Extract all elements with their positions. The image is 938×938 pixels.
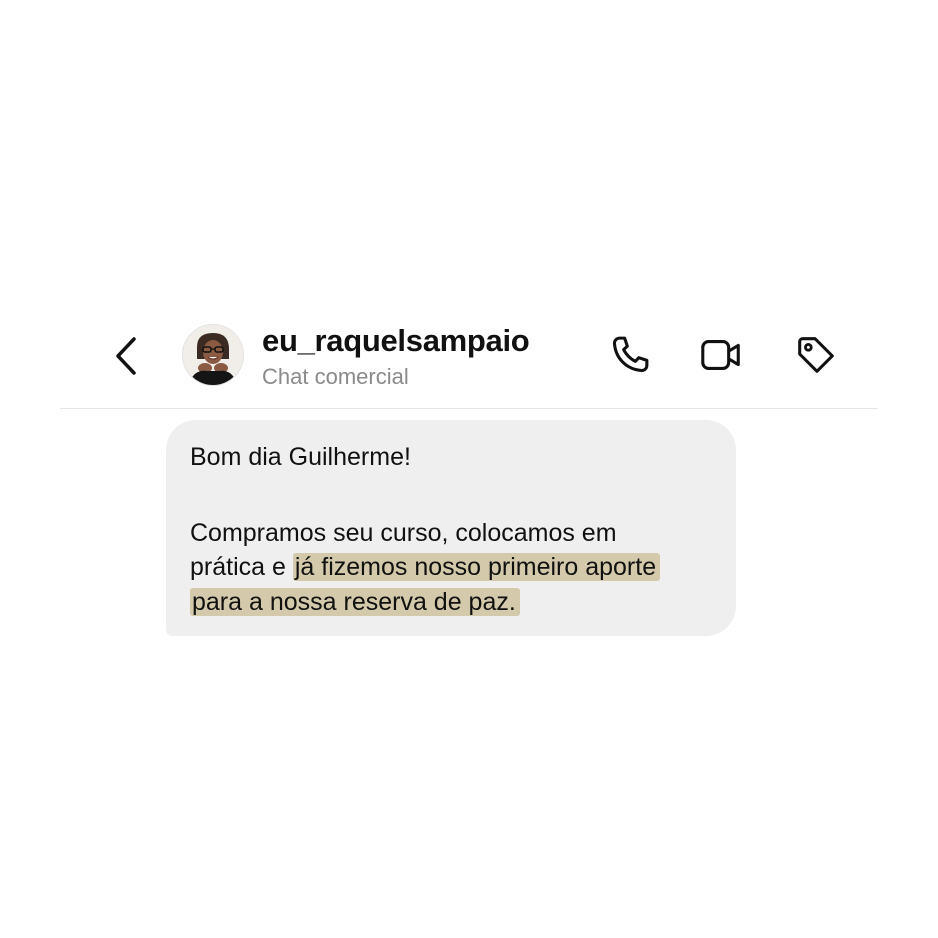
message-line: Compramos seu curso, colocamos em — [190, 519, 617, 547]
label-button[interactable] — [793, 332, 839, 378]
page: eu_raquelsampaio Chat comercial Bom dia … — [0, 0, 938, 938]
video-call-button[interactable] — [698, 332, 744, 378]
call-button[interactable] — [607, 332, 653, 378]
back-button[interactable] — [112, 334, 142, 378]
chat-header: eu_raquelsampaio Chat comercial — [60, 312, 878, 409]
username[interactable]: eu_raquelsampaio — [262, 323, 530, 359]
message-text: prática e — [190, 553, 286, 581]
video-camera-icon — [701, 340, 740, 370]
message-line: para a nossa reserva de paz. — [190, 585, 520, 620]
message-greeting: Bom dia Guilherme! — [190, 443, 411, 471]
profile-photo — [183, 325, 243, 385]
message-line: prática e já fizemos nosso primeiro apor… — [190, 550, 661, 585]
tag-icon — [798, 337, 834, 373]
message-bubble[interactable]: Bom dia Guilherme! Compramos seu curso, … — [166, 420, 736, 636]
phone-icon — [612, 336, 649, 373]
chat-subtitle: Chat comercial — [262, 364, 409, 389]
avatar[interactable] — [182, 324, 244, 386]
chevron-left-icon — [116, 337, 136, 375]
highlighted-text: já fizemos nosso primeiro aporte — [292, 553, 661, 581]
highlighted-text: para a nossa reserva de paz. — [190, 588, 520, 616]
